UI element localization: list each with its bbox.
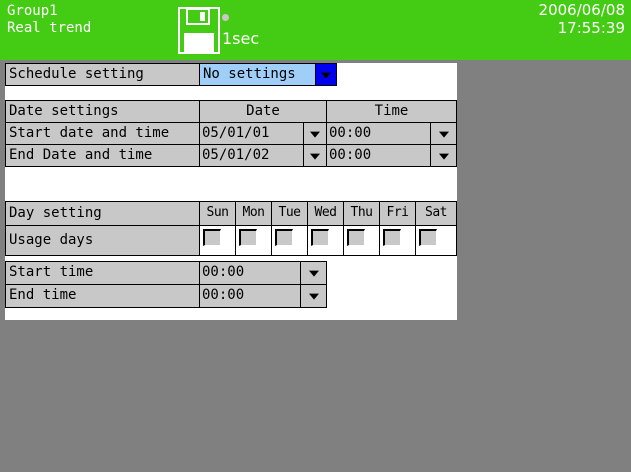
chevron-down-icon xyxy=(438,131,449,138)
end-time-field[interactable]: 00:00 xyxy=(326,144,431,167)
start-time-label: Start time xyxy=(5,261,200,285)
day-end-time-dropdown[interactable] xyxy=(300,284,327,308)
usage-day-cell-sun xyxy=(199,225,236,256)
chevron-down-icon xyxy=(308,293,319,300)
start-time-dropdown[interactable] xyxy=(430,122,457,145)
start-date-dropdown[interactable] xyxy=(303,122,327,145)
schedule-setting-label: Schedule setting xyxy=(5,63,200,86)
day-start-time-field[interactable]: 00:00 xyxy=(199,261,301,285)
schedule-setting-dropdown[interactable] xyxy=(315,63,337,86)
usage-day-checkbox-fri[interactable] xyxy=(383,229,401,246)
usage-day-checkbox-thu[interactable] xyxy=(347,229,365,246)
usage-day-cell-wed xyxy=(307,225,344,256)
day-end-time-field[interactable]: 00:00 xyxy=(199,284,301,308)
day-header-sat: Sat xyxy=(415,201,457,226)
day-header-sun: Sun xyxy=(199,201,236,226)
chevron-down-icon xyxy=(308,270,319,277)
usage-day-cell-thu xyxy=(343,225,380,256)
end-date-dropdown[interactable] xyxy=(303,144,327,167)
schedule-setting-field[interactable]: No settings xyxy=(199,63,316,86)
chevron-down-icon xyxy=(310,153,320,160)
usage-day-cell-tue xyxy=(271,225,308,256)
day-header-wed: Wed xyxy=(307,201,344,226)
usage-day-checkbox-wed[interactable] xyxy=(311,229,329,246)
status-dot-icon xyxy=(222,14,229,21)
day-header-thu: Thu xyxy=(343,201,380,226)
usage-day-cell-sat xyxy=(415,225,457,256)
current-time: 17:55:39 xyxy=(557,19,625,37)
end-time-label: End time xyxy=(5,284,200,308)
date-settings-label: Date settings xyxy=(5,100,200,123)
day-header-fri: Fri xyxy=(379,201,416,226)
start-time-field[interactable]: 00:00 xyxy=(326,122,431,145)
start-date-field[interactable]: 05/01/01 xyxy=(199,122,304,145)
usage-day-checkbox-mon[interactable] xyxy=(239,229,257,246)
header-bar: Group1 Real trend 1sec 2006/06/08 17:55:… xyxy=(0,0,631,60)
floppy-disk-icon xyxy=(178,7,220,54)
schedule-panel: Schedule setting No settings Date settin… xyxy=(5,63,457,320)
chevron-down-icon xyxy=(438,153,449,160)
end-date-field[interactable]: 05/01/02 xyxy=(199,144,304,167)
time-column-header: Time xyxy=(326,100,457,123)
date-column-header: Date xyxy=(199,100,327,123)
usage-day-cell-fri xyxy=(379,225,416,256)
end-time-dropdown[interactable] xyxy=(430,144,457,167)
chevron-down-icon xyxy=(321,72,331,79)
day-header-mon: Mon xyxy=(235,201,272,226)
usage-day-checkbox-sun[interactable] xyxy=(203,229,221,246)
sampling-rate: 1sec xyxy=(222,29,260,48)
start-date-time-label: Start date and time xyxy=(5,122,200,145)
display-mode: Real trend xyxy=(7,20,92,36)
usage-days-label: Usage days xyxy=(5,225,200,256)
day-header-tue: Tue xyxy=(271,201,308,226)
recorder-screen: Group1 Real trend 1sec 2006/06/08 17:55:… xyxy=(0,0,631,472)
end-date-time-label: End Date and time xyxy=(5,144,200,167)
usage-day-cell-mon xyxy=(235,225,272,256)
day-start-time-dropdown[interactable] xyxy=(300,261,327,285)
current-date: 2006/06/08 xyxy=(538,1,625,19)
group-name: Group1 xyxy=(7,3,58,19)
usage-day-checkbox-tue[interactable] xyxy=(275,229,293,246)
chevron-down-icon xyxy=(310,131,320,138)
day-setting-label: Day setting xyxy=(5,201,200,226)
usage-day-checkbox-sat[interactable] xyxy=(419,229,437,246)
